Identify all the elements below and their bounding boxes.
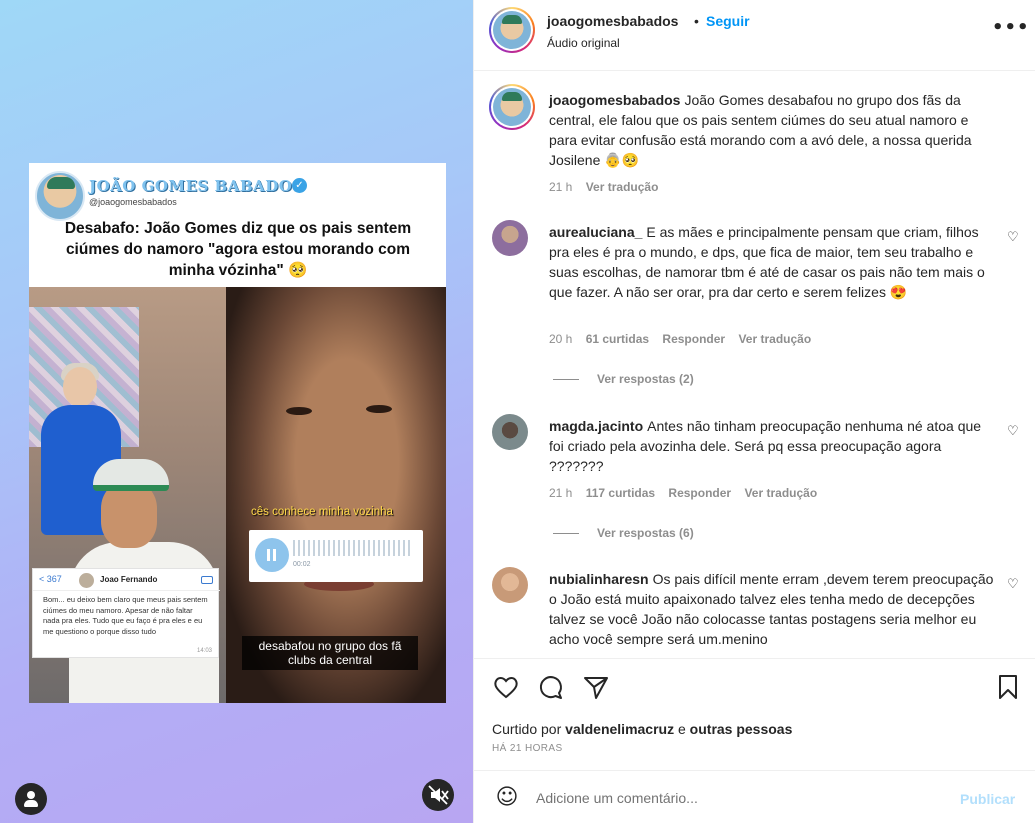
follow-button[interactable]: Seguir <box>706 13 750 29</box>
commenter-avatar[interactable] <box>492 414 528 450</box>
chat-screenshot: < 367 Joao Fernando Bom... eu deixo bem … <box>32 568 220 658</box>
comments-list[interactable]: joaogomesbabados João Gomes desabafou no … <box>474 72 1035 658</box>
liked-by-prefix: Curtido por <box>492 721 562 737</box>
image-handle: @joaogomesbabados <box>89 197 177 207</box>
tagged-users-icon[interactable] <box>15 783 47 815</box>
author-username[interactable]: joaogomesbabados <box>547 13 678 29</box>
post-timestamp[interactable]: HÁ 21 HORAS <box>492 743 563 754</box>
mute-icon[interactable] <box>422 779 454 811</box>
commenter-avatar[interactable] <box>492 220 528 256</box>
chat-message: Bom... eu deixo bem claro que meus pais … <box>43 595 208 636</box>
caption-username[interactable]: joaogomesbabados <box>549 92 680 108</box>
post-header: joaogomesbabados • Seguir Áudio original… <box>474 0 1035 71</box>
chat-header: < 367 Joao Fernando <box>33 569 220 591</box>
image-profile-avatar <box>35 171 85 221</box>
comment-time: 21 h <box>549 486 573 500</box>
post-media[interactable]: JOÃO GOMES BABADOS ✓ @joaogomesbabados D… <box>0 0 473 823</box>
comment-text: nubialinharesn Os pais difícil mente erra… <box>549 569 999 649</box>
caption-time: 21 h <box>549 180 573 194</box>
publish-button[interactable]: Publicar <box>960 791 1015 807</box>
author-avatar[interactable] <box>489 7 535 53</box>
add-comment-bar: ☺ Publicar <box>474 770 1035 823</box>
post-image: JOÃO GOMES BABADOS ✓ @joaogomesbabados D… <box>29 163 446 703</box>
caption-text: joaogomesbabados João Gomes desabafou no … <box>549 90 999 170</box>
translate-link[interactable]: Ver tradução <box>744 486 817 500</box>
video-call-icon <box>201 576 213 584</box>
image-brand-title: JOÃO GOMES BABADOS <box>89 177 304 195</box>
pause-icon <box>255 538 289 572</box>
audio-message: 00:02 <box>249 530 423 582</box>
audio-waveform <box>293 540 413 556</box>
comment-meta: 20 h 61 curtidas Responder Ver tradução <box>549 332 821 346</box>
like-comment-heart-icon[interactable]: ♡ <box>1007 424 1019 439</box>
audio-time: 00:02 <box>293 561 311 568</box>
post-actions: Curtido por valdenelimacruz e outras pes… <box>474 658 1035 770</box>
comment-text: aurealuciana_ E as mães e principalmente … <box>549 222 999 302</box>
translate-link[interactable]: Ver tradução <box>738 332 811 346</box>
caption-translate-link[interactable]: Ver tradução <box>586 180 659 194</box>
comment-likes[interactable]: 61 curtidas <box>586 332 649 346</box>
liked-by: Curtido por valdenelimacruz e outras pes… <box>492 721 792 737</box>
image-header: JOÃO GOMES BABADOS ✓ @joaogomesbabados D… <box>29 163 446 287</box>
commenter-username[interactable]: nubialinharesn <box>549 571 649 587</box>
emoji-icon[interactable]: ☺ <box>494 785 520 811</box>
like-comment-heart-icon[interactable]: ♡ <box>1007 230 1019 245</box>
like-comment-heart-icon[interactable]: ♡ <box>1007 577 1019 592</box>
post-sidebar: joaogomesbabados • Seguir Áudio original… <box>473 0 1035 823</box>
liked-by-others[interactable]: outras pessoas <box>690 721 793 737</box>
liked-by-user[interactable]: valdenelimacruz <box>565 721 674 737</box>
commenter-avatar[interactable] <box>492 567 528 603</box>
comment-likes[interactable]: 117 curtidas <box>586 486 655 500</box>
caption-author-avatar[interactable] <box>489 84 535 130</box>
share-icon[interactable] <box>582 673 610 701</box>
liked-by-and: e <box>677 721 686 737</box>
bookmark-icon[interactable] <box>994 673 1022 701</box>
reply-button[interactable]: Responder <box>662 332 725 346</box>
comment-meta: 21 h 117 curtidas Responder Ver tradução <box>549 486 827 500</box>
image-headline: Desabafo: João Gomes diz que os pais sen… <box>64 220 412 279</box>
audio-original-link[interactable]: Áudio original <box>547 36 620 50</box>
more-options-icon[interactable]: ••• <box>992 17 1030 38</box>
verified-badge-icon: ✓ <box>292 178 307 193</box>
video-caption-yellow: cês conhece minha vozinha <box>251 506 393 518</box>
view-replies-button[interactable]: Ver respostas (6) <box>553 526 694 540</box>
comment-time: 20 h <box>549 332 573 346</box>
comment-input[interactable] <box>536 785 936 811</box>
caption-meta: 21 h Ver tradução <box>549 180 668 194</box>
chat-contact-name: Joao Fernando <box>100 575 158 584</box>
comment-text: magda.jacinto Antes não tinham preocupaçã… <box>549 416 999 476</box>
view-replies-button[interactable]: Ver respostas (2) <box>553 372 694 386</box>
commenter-username[interactable]: aurealuciana_ <box>549 224 642 240</box>
separator-dot: • <box>694 13 699 29</box>
commenter-username[interactable]: magda.jacinto <box>549 418 643 434</box>
like-heart-icon[interactable] <box>492 673 520 701</box>
chat-avatar <box>79 573 94 588</box>
video-caption-white: desabafou no grupo dos fã clubs da centr… <box>242 636 418 670</box>
chat-message-time: 14:03 <box>196 648 212 654</box>
reply-button[interactable]: Responder <box>668 486 731 500</box>
comment-icon[interactable] <box>536 673 564 701</box>
chat-back: < 367 <box>39 574 62 584</box>
